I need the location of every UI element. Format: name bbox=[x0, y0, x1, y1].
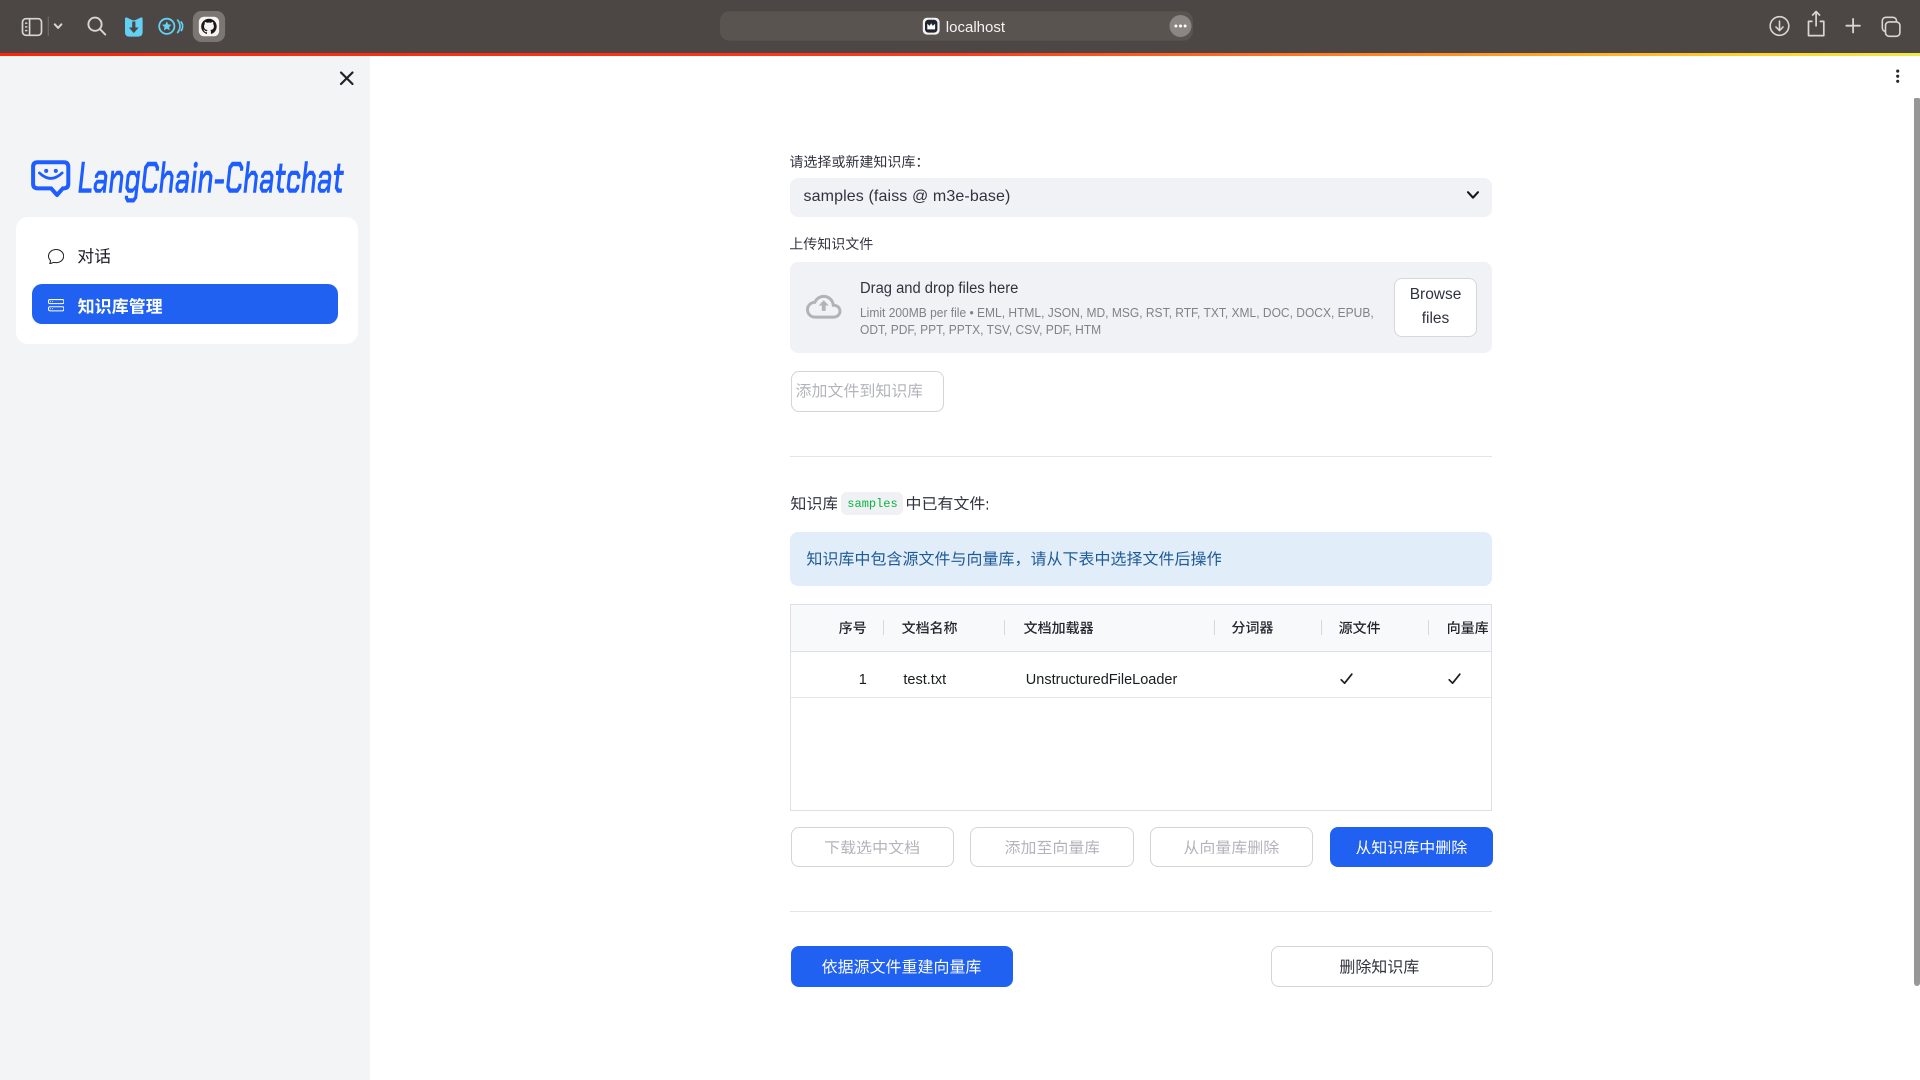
svg-text:localhost: localhost bbox=[946, 19, 1006, 36]
